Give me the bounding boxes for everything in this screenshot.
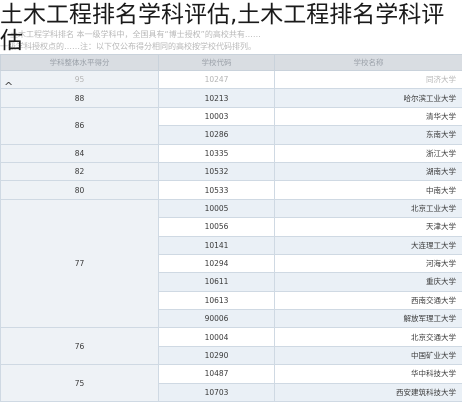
table-row: 7610004北京交通大学 (1, 328, 462, 346)
school-name-cell: 东南大学 (275, 126, 462, 144)
score-cell: 75 (1, 365, 159, 402)
table-row: 9510247同济大学 (1, 71, 462, 89)
header-score: 学科整体水平得分 (1, 55, 159, 71)
school-name-cell: 湖南大学 (275, 162, 462, 180)
collapse-toggle-icon[interactable]: ^ (4, 80, 13, 93)
table-row: 8210532湖南大学 (1, 162, 462, 180)
school-name-cell: 大连理工大学 (275, 236, 462, 254)
table-row: 7510487华中科技大学 (1, 365, 462, 383)
school-code-cell: 10005 (159, 199, 275, 217)
score-cell: 82 (1, 162, 159, 180)
school-name-cell: 北京工业大学 (275, 199, 462, 217)
school-name-cell: 西安建筑科技大学 (275, 383, 462, 401)
score-cell: 86 (1, 107, 159, 144)
school-name-cell: 解放军理工大学 (275, 310, 462, 328)
score-cell: 84 (1, 144, 159, 162)
table-row: 8010533中南大学 (1, 181, 462, 199)
school-name-cell: 浙江大学 (275, 144, 462, 162)
school-code-cell: 10141 (159, 236, 275, 254)
school-name-cell: 西南交通大学 (275, 291, 462, 309)
school-code-cell: 10533 (159, 181, 275, 199)
school-code-cell: 10056 (159, 218, 275, 236)
school-name-cell: 河海大学 (275, 254, 462, 272)
ranking-table: 学科整体水平得分 学校代码 学校名称 9510247同济大学8810213哈尔滨… (0, 54, 462, 402)
school-name-cell: 哈尔滨工业大学 (275, 89, 462, 107)
school-name-cell: 华中科技大学 (275, 365, 462, 383)
school-code-cell: 10613 (159, 291, 275, 309)
school-code-cell: 10487 (159, 365, 275, 383)
header-name: 学校名称 (275, 55, 462, 71)
score-cell: 76 (1, 328, 159, 365)
score-cell: 77 (1, 199, 159, 328)
school-name-cell: 北京交通大学 (275, 328, 462, 346)
school-name-cell: 重庆大学 (275, 273, 462, 291)
school-code-cell: 10703 (159, 383, 275, 401)
school-code-cell: 90006 (159, 310, 275, 328)
school-code-cell: 10611 (159, 273, 275, 291)
school-name-cell: 中南大学 (275, 181, 462, 199)
score-cell: 88 (1, 89, 159, 107)
table-row: 7710005北京工业大学 (1, 199, 462, 217)
school-code-cell: 10213 (159, 89, 275, 107)
page-title: 土木工程排名学科评估,土木工程排名学科评估 (0, 2, 462, 54)
school-code-cell: 10247 (159, 71, 275, 89)
school-name-cell: 同济大学 (275, 71, 462, 89)
school-name-cell: 天津大学 (275, 218, 462, 236)
school-code-cell: 10004 (159, 328, 275, 346)
school-name-cell: 中国矿业大学 (275, 346, 462, 364)
table-row: 8610003清华大学 (1, 107, 462, 125)
table-header-row: 学科整体水平得分 学校代码 学校名称 (1, 55, 462, 71)
school-code-cell: 10335 (159, 144, 275, 162)
school-code-cell: 10294 (159, 254, 275, 272)
school-code-cell: 10003 (159, 107, 275, 125)
table-row: 8810213哈尔滨工业大学 (1, 89, 462, 107)
school-code-cell: 10290 (159, 346, 275, 364)
header-code: 学校代码 (159, 55, 275, 71)
score-cell: 80 (1, 181, 159, 199)
school-code-cell: 10286 (159, 126, 275, 144)
school-code-cell: 10532 (159, 162, 275, 180)
table-row: 8410335浙江大学 (1, 144, 462, 162)
school-name-cell: 清华大学 (275, 107, 462, 125)
score-cell: 95 (1, 71, 159, 89)
